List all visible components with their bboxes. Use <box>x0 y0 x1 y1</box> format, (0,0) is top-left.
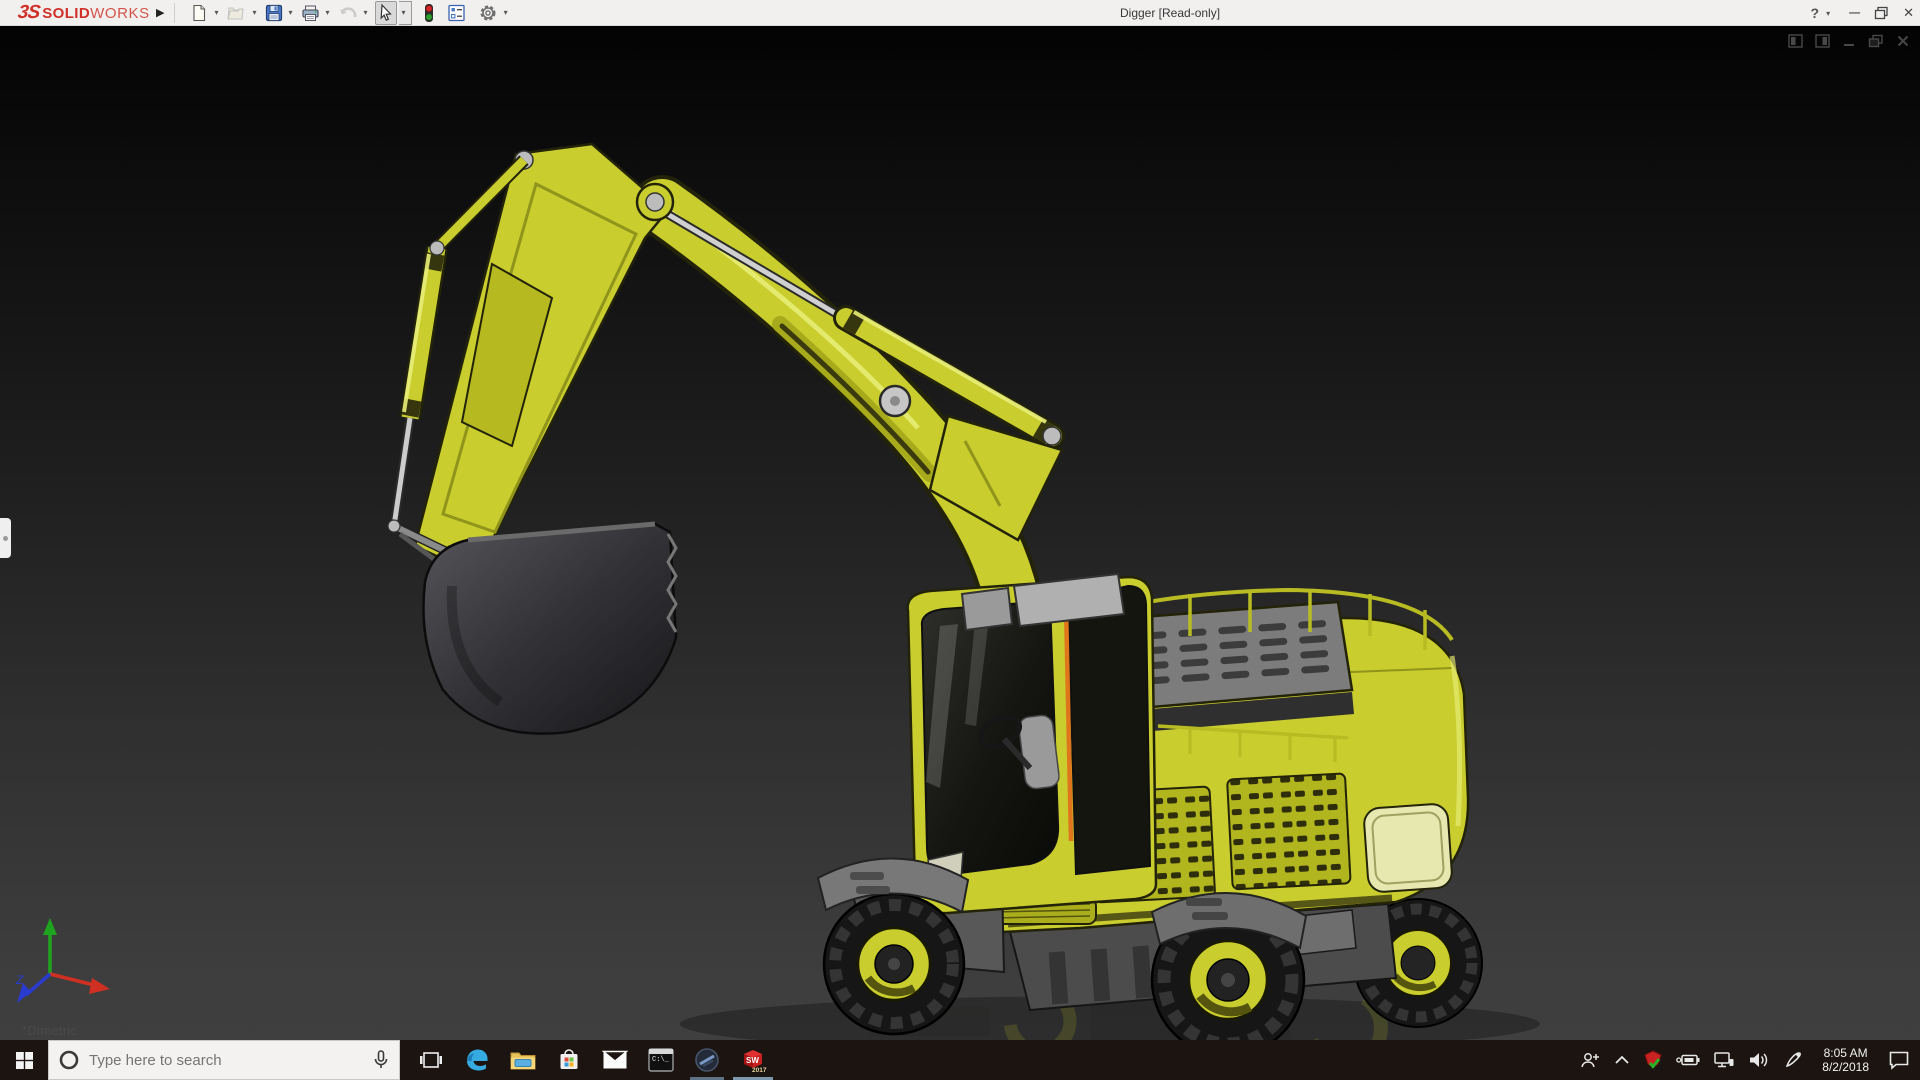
selection-stoplight-button[interactable] <box>422 1 436 25</box>
fender-step-2 <box>856 886 890 894</box>
taskbar-item-mail[interactable] <box>592 1040 638 1080</box>
boom-arm <box>631 175 1043 631</box>
clock-date: 8/2/2018 <box>1822 1060 1869 1074</box>
solidworks-logo: 3S SOLID WORKS <box>16 1 150 23</box>
titlebar: 3S SOLID WORKS ▶ ▾ ▾ ▾ ▾ ▾ ▾ ▾ Digger [R… <box>0 0 1920 26</box>
window-controls: ? ▾ — ✕ <box>1811 0 1914 26</box>
taskbar-item-file-explorer[interactable] <box>500 1040 546 1080</box>
windows-logo-icon <box>15 1051 33 1069</box>
taskbar-item-edge[interactable] <box>454 1040 500 1080</box>
quick-access-toolbar: ▾ ▾ ▾ ▾ ▾ ▾ ▾ <box>189 0 513 25</box>
system-tray: 8:05 AM 8/2/2018 <box>1579 1040 1920 1080</box>
clock-time: 8:05 AM <box>1823 1046 1868 1060</box>
property-list-icon <box>447 4 465 21</box>
restore-button[interactable] <box>1874 6 1889 20</box>
solidworks-logo-mark: 3S <box>16 1 41 23</box>
engine-radiator-grid <box>1126 600 1354 732</box>
digger-3d-model[interactable] <box>0 26 1920 1040</box>
graphics-viewport[interactable]: Z *Dimetric <box>0 26 1920 1040</box>
taskbar-app-icons: C:\_ SW 2017 <box>408 1040 776 1080</box>
pen-icon[interactable] <box>1783 1050 1803 1070</box>
fender-step-4 <box>1192 912 1228 920</box>
dipper-arm <box>413 142 675 576</box>
start-button[interactable] <box>0 1040 48 1080</box>
solidworks-monitor-shield-icon[interactable] <box>1643 1050 1663 1070</box>
store-icon <box>560 1049 578 1069</box>
options-button[interactable] <box>477 1 499 25</box>
menu-flyout-arrow-icon[interactable]: ▶ <box>156 6 164 19</box>
minimize-button[interactable]: — <box>1849 7 1860 19</box>
window-title: Digger [Read-only] <box>1120 6 1221 20</box>
taskbar-search[interactable] <box>48 1040 400 1080</box>
taskbar-item-store[interactable] <box>546 1040 592 1080</box>
boom-pin-center <box>890 396 900 406</box>
network-display-icon[interactable] <box>1713 1051 1735 1069</box>
view-orientation-label: *Dimetric <box>22 1023 78 1038</box>
print-icon <box>301 5 319 21</box>
svg-text:2017: 2017 <box>752 1067 767 1074</box>
fender-step-1 <box>850 872 884 880</box>
select-tool-caret[interactable]: ▾ <box>398 0 412 25</box>
help-button[interactable]: ? <box>1811 5 1820 21</box>
solidworks-2017-icon: SW 2017 <box>744 1050 767 1074</box>
svg-text:C:\_: C:\_ <box>652 1056 670 1064</box>
microphone-icon[interactable] <box>373 1050 389 1070</box>
print-button[interactable] <box>300 2 321 24</box>
bucket <box>422 521 678 735</box>
undo-icon <box>339 6 356 17</box>
action-center-icon[interactable] <box>1888 1050 1910 1070</box>
taskbar-item-solidworks[interactable]: SW 2017 <box>730 1040 776 1080</box>
svg-text:SW: SW <box>746 1056 759 1065</box>
select-arrow-icon <box>380 3 392 21</box>
cab <box>906 572 1158 915</box>
taskbar-item-edrawings[interactable] <box>684 1040 730 1080</box>
toolbar-separator <box>174 2 176 23</box>
undo-button[interactable] <box>337 2 359 24</box>
task-view-button[interactable] <box>408 1040 454 1080</box>
mail-icon <box>602 1050 628 1069</box>
volume-icon[interactable] <box>1748 1051 1770 1069</box>
file-explorer-icon <box>510 1052 536 1070</box>
new-document-caret[interactable]: ▾ <box>211 8 223 17</box>
search-input[interactable] <box>89 1051 363 1069</box>
new-document-icon <box>193 4 206 21</box>
z-axis-label: Z <box>15 973 24 987</box>
print-caret[interactable]: ▾ <box>323 8 335 17</box>
help-caret[interactable]: ▾ <box>1823 9 1835 18</box>
selection-stoplight-icon <box>424 3 433 22</box>
open-document-button[interactable] <box>225 2 247 24</box>
close-button[interactable]: ✕ <box>1903 5 1914 21</box>
people-icon[interactable] <box>1579 1051 1601 1069</box>
taskbar-item-command-prompt[interactable]: C:\_ <box>638 1040 684 1080</box>
orientation-triad: Z <box>15 918 110 1003</box>
front-left-wheel <box>822 892 966 1036</box>
open-document-caret[interactable]: ▾ <box>249 8 261 17</box>
x-axis-arrow <box>89 978 110 994</box>
edge-icon <box>467 1049 488 1071</box>
fender-step-3 <box>1186 898 1222 906</box>
chevron-up-icon[interactable] <box>1614 1055 1630 1065</box>
property-list-button[interactable] <box>446 2 467 24</box>
save-button[interactable] <box>264 2 284 24</box>
options-caret[interactable]: ▾ <box>501 8 513 17</box>
save-caret[interactable]: ▾ <box>286 8 298 17</box>
rear-window <box>1363 803 1453 893</box>
task-view-icon <box>420 1052 442 1068</box>
options-gear-icon <box>480 5 496 20</box>
save-icon <box>265 4 282 21</box>
windows-taskbar: C:\_ SW 2017 <box>0 1040 1920 1080</box>
battery-icon[interactable] <box>1676 1052 1700 1068</box>
cortana-circle-icon <box>59 1050 79 1070</box>
taskbar-clock[interactable]: 8:05 AM 8/2/2018 <box>1816 1046 1875 1074</box>
new-document-button[interactable] <box>189 2 209 24</box>
edrawings-icon <box>695 1048 719 1072</box>
select-tool-button[interactable] <box>374 0 397 25</box>
undo-caret[interactable]: ▾ <box>361 8 373 17</box>
command-prompt-icon: C:\_ <box>648 1048 674 1072</box>
open-document-icon <box>227 7 245 20</box>
y-axis-arrow <box>43 918 57 935</box>
